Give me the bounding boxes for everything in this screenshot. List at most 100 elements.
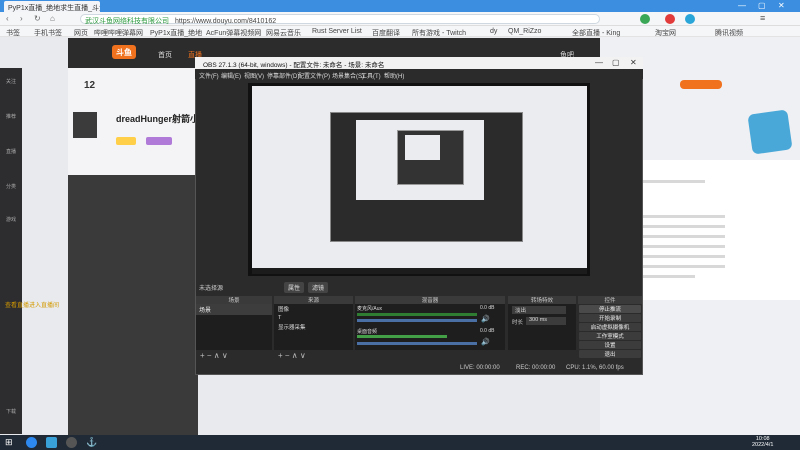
cpu-fps: CPU: 1.1%, 60.00 fps (566, 365, 624, 371)
back-icon[interactable]: ‹ (6, 14, 9, 23)
badge (116, 137, 136, 145)
menu-profile[interactable]: 配置文件(P) (298, 71, 330, 80)
nav-home[interactable]: 首页 (158, 50, 172, 60)
sources-list: 图像 T 显示器采集 (274, 304, 353, 350)
mixer-channel-db: 0.0 dB (480, 328, 495, 334)
sidebar-item-follow[interactable]: 关注 (0, 78, 22, 85)
controls-dock-title: 控件 (578, 296, 642, 304)
bookmark-item[interactable]: Rust Server List (312, 28, 362, 35)
taskbar-clock[interactable]: 10:08 2022/4/1 (752, 436, 773, 448)
volume-slider[interactable] (357, 319, 477, 322)
extension-icon[interactable] (685, 14, 695, 24)
rec-timer: REC: 00:00:00 (516, 365, 556, 371)
mixer-channel-name: 麦克风/Aux (357, 306, 383, 312)
extension-icon[interactable] (640, 14, 650, 24)
menu-docks[interactable]: 停靠部件(D) (267, 71, 299, 80)
scenes-list: 场景 (196, 304, 272, 350)
sidebar-item-category[interactable]: 分类 (0, 183, 22, 190)
obs-title: OBS 27.1.3 (64-bit, windows) - 配置文件: 未命名… (195, 57, 643, 69)
menu-view[interactable]: 视图(V) (244, 71, 264, 80)
source-toolbar: 未选择源 属性 滤镜 (196, 281, 642, 293)
left-sidebar: 关注 推荐 直播 分类 游戏 下载 (0, 68, 22, 434)
duration-input[interactable]: 300 ms (526, 317, 566, 325)
transitions-panel: 淡出 时长 300 ms (508, 304, 576, 350)
home-icon[interactable]: ⌂ (50, 14, 55, 23)
obs-minimize-icon[interactable]: — (595, 58, 603, 67)
virtual-camera-button[interactable]: 启动虚拟摄像机 (579, 323, 641, 331)
menu-help[interactable]: 帮助(H) (384, 71, 404, 80)
menu-icon[interactable]: ≡ (760, 13, 765, 23)
url-input[interactable]: 武汉斗鱼网络科技有限公司 https://www.douyu.com/84101… (80, 14, 600, 25)
menu-edit[interactable]: 编辑(E) (221, 71, 241, 80)
scenes-dock-title: 场景 (196, 296, 272, 304)
properties-button[interactable]: 属性 (284, 282, 305, 293)
exit-button[interactable]: 退出 (579, 350, 641, 358)
chat-enter-link[interactable]: 查看直播进入直播间 (5, 300, 59, 309)
close-icon[interactable]: ✕ (778, 1, 785, 10)
duration-label: 时长 (512, 320, 524, 326)
mixer-dock-title: 混音器 (355, 296, 505, 304)
browser-taskbar-icon[interactable] (26, 437, 37, 448)
start-recording-button[interactable]: 开始录制 (579, 314, 641, 322)
no-source-label: 未选择源 (199, 286, 224, 292)
url-text: https://www.douyu.com/8410162 (174, 18, 277, 25)
obs-status-bar: LIVE: 00:00:00 REC: 00:00:00 CPU: 1.1%, … (196, 363, 642, 374)
secure-label: 武汉斗鱼网络科技有限公司 (85, 18, 169, 25)
source-item[interactable]: T (274, 314, 353, 322)
speaker-icon[interactable]: 🔊 (481, 338, 490, 346)
volume-meter (357, 313, 477, 316)
scene-item[interactable]: 场景 (196, 304, 272, 315)
sidebar-item-download[interactable]: 下载 (0, 408, 22, 415)
refresh-icon[interactable]: ↻ (34, 14, 41, 23)
speaker-icon[interactable]: 🔊 (481, 315, 490, 323)
sidebar-item-live[interactable]: 直播 (0, 148, 22, 155)
player-area (68, 175, 198, 435)
sidebar-item-game[interactable]: 游戏 (0, 216, 22, 223)
preview-taskbar (252, 268, 587, 274)
scenes-footer[interactable]: + − ∧ ∨ (196, 351, 272, 361)
clock-date: 2022/4/1 (752, 442, 774, 448)
app-taskbar-icon[interactable] (46, 437, 57, 448)
minimize-icon[interactable]: — (738, 1, 746, 10)
source-item[interactable]: 图像 (274, 304, 353, 314)
obs-maximize-icon[interactable]: ▢ (612, 58, 620, 67)
settings-button[interactable]: 设置 (579, 341, 641, 349)
browser-tab[interactable]: PyP1x直播_绝地求生直播_斗鱼 (4, 1, 100, 12)
obs-close-icon[interactable]: ✕ (630, 58, 637, 67)
forward-icon[interactable]: › (20, 14, 23, 23)
extension-icon[interactable] (665, 14, 675, 24)
start-icon[interactable]: ⊞ (5, 437, 16, 448)
preview-recursive-browser-3 (405, 135, 440, 160)
bookmark-item[interactable]: QM_RiZzo (508, 28, 541, 35)
douyu-logo[interactable]: 斗鱼 (112, 45, 136, 59)
audio-mixer: 麦克风/Aux 0.0 dB 🔊 桌面音频 0.0 dB 🔊 (355, 304, 505, 350)
menu-file[interactable]: 文件(F) (199, 71, 219, 80)
badge (146, 137, 172, 145)
sidebar-item-recommend[interactable]: 推荐 (0, 113, 22, 120)
avatar[interactable] (73, 112, 97, 138)
windows-taskbar (0, 435, 800, 450)
studio-mode-button[interactable]: 工作室模式 (579, 332, 641, 340)
volume-slider[interactable] (357, 342, 477, 345)
transition-select[interactable]: 淡出 (512, 306, 566, 314)
pk-button[interactable] (680, 80, 722, 89)
app-taskbar-icon[interactable]: ⚓ (86, 437, 97, 448)
volume-meter (357, 335, 447, 338)
obs-taskbar-icon[interactable] (66, 437, 77, 448)
stop-streaming-button[interactable]: 停止推流 (579, 305, 641, 313)
sources-dock-title: 来源 (274, 296, 353, 304)
menu-tools[interactable]: 工具(T) (361, 71, 381, 80)
source-item[interactable]: 显示器采集 (274, 322, 353, 332)
bookmark-item[interactable]: dy (490, 28, 497, 35)
live-timer: LIVE: 00:00:00 (460, 365, 500, 371)
transitions-dock-title: 转场特效 (508, 296, 576, 304)
maximize-icon[interactable]: ▢ (758, 1, 766, 10)
level-number: 12 (84, 80, 96, 91)
promo-image[interactable] (747, 109, 793, 155)
mixer-channel-db: 0.0 dB (480, 305, 495, 311)
filters-button[interactable]: 滤镜 (308, 282, 329, 293)
mixer-channel-name: 桌面音频 (357, 329, 378, 335)
sources-footer[interactable]: + − ∧ ∨ (274, 351, 353, 361)
menu-scene-collection[interactable]: 场景集合(S) (332, 71, 364, 80)
browser-tab-bar: PyP1x直播_绝地求生直播_斗鱼 — ▢ ✕ (0, 0, 800, 12)
